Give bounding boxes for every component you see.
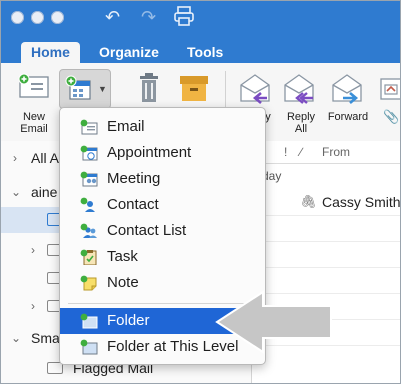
reply-all-label[interactable]: Reply All: [281, 111, 321, 135]
chevron-right-icon[interactable]: ›: [31, 293, 35, 319]
folder-label: aine: [31, 184, 58, 200]
new-items-button[interactable]: ▼: [59, 69, 111, 109]
menu-item-label: Appointment: [107, 144, 192, 161]
chevron-down-icon[interactable]: ⌄: [11, 325, 21, 351]
task-icon: [80, 249, 97, 265]
menu-item-meeting[interactable]: Meeting: [60, 166, 265, 192]
chevron-right-icon[interactable]: ›: [31, 237, 35, 263]
ribbon-tabs: Home Organize Tools: [1, 39, 400, 63]
message-row[interactable]: [252, 241, 400, 268]
chevron-down-icon[interactable]: ▼: [98, 84, 107, 94]
chevron-down-icon[interactable]: ⌄: [11, 179, 21, 205]
folder-label: Sma: [31, 330, 60, 346]
menu-item-label: Contact List: [107, 222, 187, 239]
chevron-right-icon[interactable]: ›: [13, 145, 17, 171]
title-bar: ↶ ↷: [1, 1, 400, 39]
reply-icon[interactable]: [237, 71, 273, 107]
message-row[interactable]: [252, 215, 400, 242]
email-icon: [80, 119, 98, 135]
message-list-header: ! ∕ From: [252, 141, 400, 164]
note-icon: [80, 275, 97, 291]
group-header: day: [252, 163, 400, 189]
archive-icon[interactable]: [177, 73, 211, 105]
new-email-label[interactable]: New Email: [14, 111, 54, 135]
minimize-window-button[interactable]: [31, 11, 44, 24]
meeting-icon: [80, 171, 98, 187]
meeting-reply-icon[interactable]: [379, 77, 400, 105]
tab-tools[interactable]: Tools: [177, 42, 233, 63]
folder-icon: [80, 313, 98, 329]
contact-list-icon: [80, 223, 97, 238]
forward-label[interactable]: Forward: [325, 111, 371, 123]
attachment-icon[interactable]: 📎: [383, 109, 399, 125]
pointer-arrow-icon: [215, 290, 332, 354]
outlook-window: ↶ ↷ Home Organize Tools New Email ▼ y Re…: [0, 0, 401, 384]
menu-item-email[interactable]: Email: [60, 114, 265, 140]
attachment-column-icon[interactable]: ∕: [300, 141, 302, 163]
tab-home[interactable]: Home: [21, 42, 80, 63]
undo-icon[interactable]: ↶: [105, 7, 120, 28]
reply-all-icon[interactable]: [281, 71, 317, 107]
trash-icon[interactable]: [135, 73, 163, 105]
folder-label: All A: [31, 150, 60, 166]
appointment-icon: [80, 145, 98, 161]
menu-item-contact-list[interactable]: Contact List: [60, 218, 265, 244]
message-sender: Cassy Smith: [322, 194, 401, 210]
zoom-window-button[interactable]: [51, 11, 64, 24]
print-icon[interactable]: [173, 5, 195, 32]
menu-item-label: Note: [107, 274, 139, 291]
menu-item-label: Task: [107, 248, 138, 265]
new-email-icon[interactable]: [15, 69, 55, 105]
menu-item-label: Meeting: [107, 170, 161, 187]
from-column-header[interactable]: From: [322, 141, 350, 163]
new-items-icon: [65, 75, 91, 100]
flag-column-icon[interactable]: !: [284, 141, 287, 163]
close-window-button[interactable]: [11, 11, 24, 24]
menu-item-task[interactable]: Task: [60, 244, 265, 270]
contact-icon: [80, 197, 95, 212]
menu-item-label: Contact: [107, 196, 159, 213]
forward-icon[interactable]: [329, 71, 365, 107]
redo-icon[interactable]: ↷: [141, 7, 156, 28]
menu-item-label: Folder: [107, 312, 150, 329]
message-row[interactable]: 🖇 Cassy Smith: [252, 189, 401, 216]
menu-item-label: Email: [107, 118, 145, 135]
menu-item-contact[interactable]: Contact: [60, 192, 265, 218]
folder-at-level-icon: [80, 339, 98, 355]
attachment-icon: 🖇: [300, 194, 317, 209]
tab-organize[interactable]: Organize: [89, 42, 169, 63]
menu-item-appointment[interactable]: Appointment: [60, 140, 265, 166]
